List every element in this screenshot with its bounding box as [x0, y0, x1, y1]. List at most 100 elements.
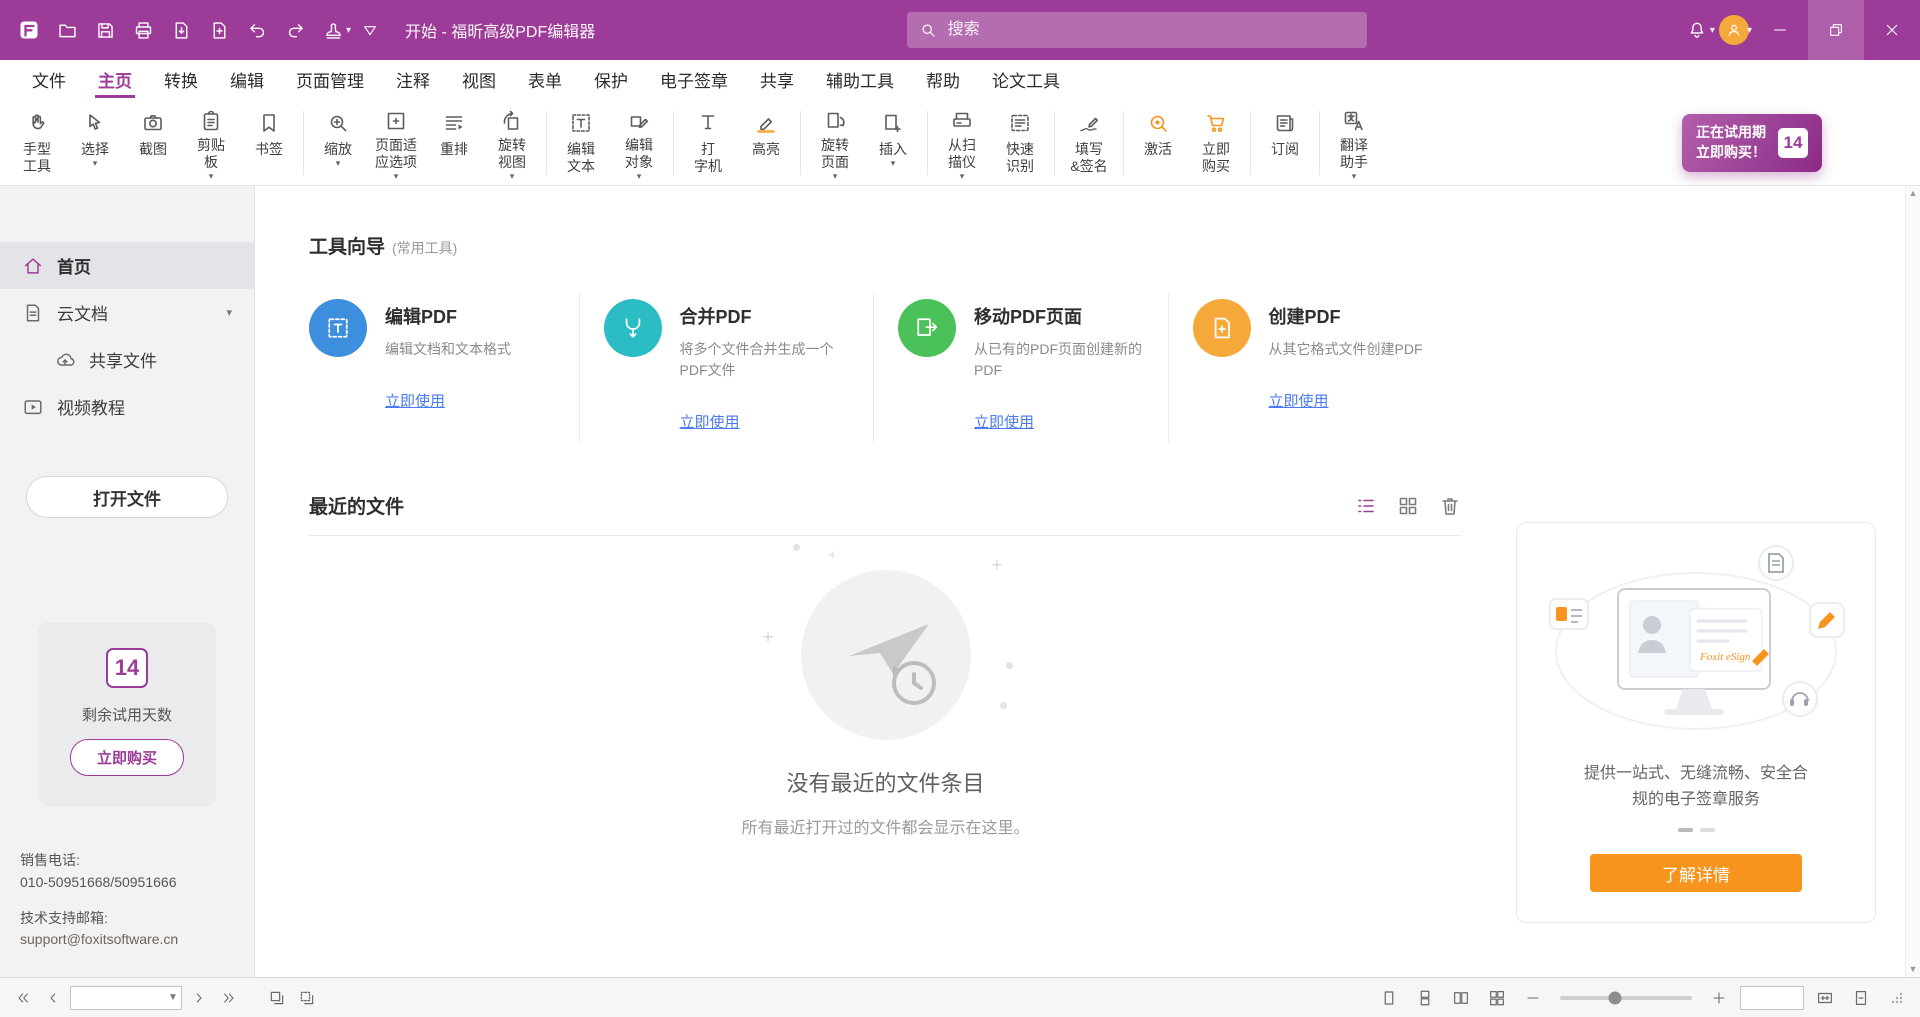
use-now-link[interactable]: 立即使用: [974, 411, 1150, 432]
open-file-button[interactable]: 打开文件: [26, 476, 228, 518]
page-number-combo[interactable]: ▼: [70, 986, 182, 1010]
use-now-link[interactable]: 立即使用: [385, 390, 561, 411]
global-search[interactable]: [907, 12, 1367, 48]
menu-tab-form[interactable]: 表单: [512, 60, 578, 98]
menu-tab-esign[interactable]: 电子签章: [644, 60, 744, 98]
ribbon-button-page-fit[interactable]: 页面适 应选项 ▾: [367, 103, 425, 183]
menu-tab-convert[interactable]: 转换: [148, 60, 214, 98]
fit-width-icon[interactable]: [1810, 984, 1840, 1012]
menu-tab-share[interactable]: 共享: [744, 60, 810, 98]
menu-tab-comment[interactable]: 注释: [380, 60, 446, 98]
ribbon-button-rotate-pages[interactable]: 旋转 页面 ▾: [806, 103, 864, 183]
minimize-button[interactable]: [1752, 0, 1808, 60]
create-pdf-icon[interactable]: [200, 10, 238, 50]
sidebar-item-cloud-docs[interactable]: 云文档 ▾: [0, 289, 254, 336]
learn-more-button[interactable]: 了解详情: [1590, 854, 1802, 892]
next-page-icon[interactable]: [184, 984, 214, 1012]
grid-view-icon[interactable]: [1396, 494, 1420, 518]
menu-tab-file[interactable]: 文件: [16, 60, 82, 98]
ribbon-button-subscribe[interactable]: 订阅: [1256, 103, 1314, 183]
tool-cards: 编辑PDF 编辑文档和文本格式 立即使用 合并PDF 将多个文件合并生成一个PD…: [309, 293, 1462, 442]
ribbon-button-translate-assistant[interactable]: 翻译 助手 ▾: [1325, 103, 1383, 183]
sidebar-item-home[interactable]: 首页: [0, 242, 254, 289]
ribbon-button-typewriter[interactable]: 打 字机: [679, 103, 737, 183]
menu-tab-accessibility[interactable]: 辅助工具: [810, 60, 910, 98]
menu-tab-protect[interactable]: 保护: [578, 60, 644, 98]
ribbon-button-hand-tool[interactable]: 手型 工具: [8, 103, 66, 183]
undo-icon[interactable]: [238, 10, 276, 50]
page-number-input[interactable]: [71, 990, 165, 1005]
ribbon-button-activate[interactable]: 激活: [1129, 103, 1187, 183]
ribbon-button-insert-pages[interactable]: 插入 ▾: [864, 103, 922, 183]
snapshot-icon[interactable]: [262, 984, 292, 1012]
restore-button[interactable]: [1808, 0, 1864, 60]
fit-page-icon[interactable]: [1846, 984, 1876, 1012]
zoom-percent-box[interactable]: [1740, 986, 1804, 1010]
support-email[interactable]: support@foxitsoftware.cn: [20, 929, 234, 951]
last-page-icon[interactable]: [214, 984, 244, 1012]
carousel-dot-active[interactable]: [1678, 828, 1693, 832]
tool-card-edit-pdf[interactable]: 编辑PDF 编辑文档和文本格式 立即使用: [309, 293, 580, 442]
menu-tab-home[interactable]: 主页: [82, 60, 148, 98]
zoom-slider[interactable]: [1560, 996, 1692, 1000]
sidebar-item-video-tutorials[interactable]: 视频教程: [0, 383, 254, 430]
ribbon-button-bookmark[interactable]: 书签: [240, 103, 298, 183]
zoom-slider-thumb[interactable]: [1609, 991, 1622, 1004]
ribbon-button-edit-object[interactable]: 编辑 对象 ▾: [610, 103, 668, 183]
facing-continuous-view-icon[interactable]: [1482, 984, 1512, 1012]
prev-page-icon[interactable]: [38, 984, 68, 1012]
tool-card-move-pdf-pages[interactable]: 移动PDF页面 从已有的PDF页面创建新的PDF 立即使用: [874, 293, 1169, 442]
vertical-scrollbar[interactable]: ▲ ▼: [1905, 186, 1920, 977]
zoom-percent-input[interactable]: [1741, 987, 1803, 1009]
chevron-down-icon[interactable]: ▾: [226, 306, 232, 319]
tool-card-create-pdf[interactable]: 创建PDF 从其它格式文件创建PDF 立即使用: [1169, 293, 1463, 442]
first-page-icon[interactable]: [8, 984, 38, 1012]
facing-view-icon[interactable]: [1446, 984, 1476, 1012]
ribbon-button-snapshot[interactable]: 截图: [124, 103, 182, 183]
menu-tab-view[interactable]: 视图: [446, 60, 512, 98]
ribbon-button-zoom[interactable]: 缩放 ▾: [309, 103, 367, 183]
scroll-down-icon[interactable]: ▼: [1909, 965, 1918, 974]
collapse-ribbon-icon[interactable]: [351, 10, 389, 50]
ribbon-button-clipboard[interactable]: 剪贴 板 ▾: [182, 103, 240, 183]
export-pdf-icon[interactable]: [162, 10, 200, 50]
delete-icon[interactable]: [1438, 494, 1462, 518]
tool-card-title: 创建PDF: [1269, 303, 1423, 329]
scroll-up-icon[interactable]: ▲: [1909, 189, 1918, 198]
carousel-dot[interactable]: [1700, 828, 1715, 832]
menu-tab-edit[interactable]: 编辑: [214, 60, 280, 98]
ribbon-button-edit-text[interactable]: 编辑 文本: [552, 103, 610, 183]
zoom-out-icon[interactable]: [1518, 984, 1548, 1012]
ribbon-button-from-scanner[interactable]: 从扫 描仪 ▾: [933, 103, 991, 183]
print-icon[interactable]: [124, 10, 162, 50]
redo-icon[interactable]: [276, 10, 314, 50]
snapshot-alt-icon[interactable]: [292, 984, 322, 1012]
menu-tab-paper-tools[interactable]: 论文工具: [976, 60, 1076, 98]
zoom-in-icon[interactable]: [1704, 984, 1734, 1012]
sidebar-item-shared-files[interactable]: 共享文件: [0, 336, 254, 383]
resize-grip[interactable]: [1882, 984, 1912, 1012]
ribbon-button-quick-ocr[interactable]: 快速 识别: [991, 103, 1049, 183]
buy-now-button[interactable]: 立即购买: [70, 739, 184, 776]
ribbon-button-fill-sign[interactable]: 填写 &签名: [1060, 103, 1118, 183]
menu-tab-help[interactable]: 帮助: [910, 60, 976, 98]
zoom-icon: [326, 108, 350, 138]
menu-tab-page-management[interactable]: 页面管理: [280, 60, 380, 98]
ribbon-button-reflow[interactable]: 重排: [425, 103, 483, 183]
ribbon-button-highlight[interactable]: 高亮: [737, 103, 795, 183]
ribbon-button-select[interactable]: 选择 ▾: [66, 103, 124, 183]
continuous-view-icon[interactable]: [1410, 984, 1440, 1012]
use-now-link[interactable]: 立即使用: [680, 411, 856, 432]
single-page-view-icon[interactable]: [1374, 984, 1404, 1012]
tool-card-merge-pdf[interactable]: 合并PDF 将多个文件合并生成一个PDF文件 立即使用: [580, 293, 875, 442]
search-input[interactable]: [946, 20, 1355, 40]
close-button[interactable]: [1864, 0, 1920, 60]
list-view-icon[interactable]: [1354, 494, 1378, 518]
open-file-icon[interactable]: [48, 10, 86, 50]
save-icon[interactable]: [86, 10, 124, 50]
chevron-down-icon[interactable]: ▼: [165, 992, 181, 1003]
ribbon-button-rotate-view[interactable]: 旋转 视图 ▾: [483, 103, 541, 183]
use-now-link[interactable]: 立即使用: [1269, 390, 1445, 411]
ribbon-button-buy-now[interactable]: 立即 购买: [1187, 103, 1245, 183]
trial-badge[interactable]: 正在试用期 立即购买！ 14: [1682, 114, 1822, 171]
